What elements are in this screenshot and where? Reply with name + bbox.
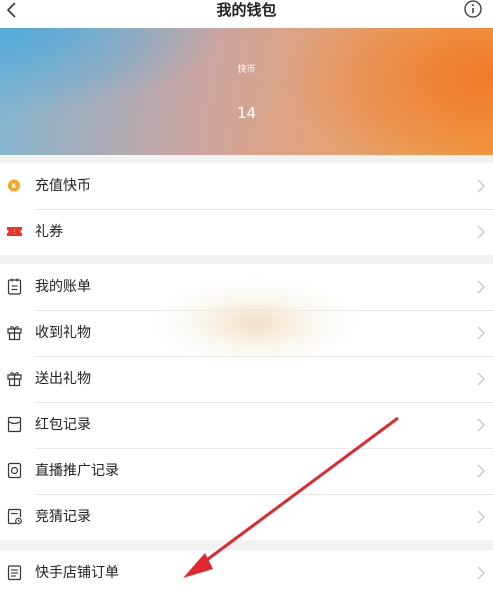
menu-item-coupon[interactable]: 礼券 xyxy=(0,209,493,255)
menu-item-label: 我的账单 xyxy=(35,279,91,295)
menu-item-label: 快手店铺订单 xyxy=(35,565,119,581)
balance-label: 快币 xyxy=(237,65,256,75)
chevron-right-icon xyxy=(477,280,485,294)
gift-icon xyxy=(7,326,22,341)
page-title: 我的钱包 xyxy=(216,1,277,19)
quiz-record-icon xyxy=(7,508,22,525)
chevron-right-icon xyxy=(477,566,485,580)
chevron-right-icon xyxy=(477,510,485,524)
live-promotion-icon xyxy=(7,462,22,479)
menu-item-red-envelope-records[interactable]: 红包记录 xyxy=(0,402,493,448)
info-icon[interactable] xyxy=(463,0,483,20)
red-envelope-icon xyxy=(7,416,22,433)
balance-value: 14 xyxy=(236,104,257,122)
chevron-right-icon xyxy=(477,179,485,193)
gift-icon xyxy=(7,372,22,387)
svg-text:K: K xyxy=(12,183,17,190)
order-icon xyxy=(7,565,22,581)
chevron-right-icon xyxy=(477,464,485,478)
chevron-right-icon xyxy=(477,225,485,239)
recharge-group: K 充值快币 礼券 xyxy=(0,163,493,255)
coupon-icon xyxy=(7,227,22,236)
menu-item-label: 红包记录 xyxy=(35,417,91,433)
menu-item-label: 礼券 xyxy=(35,224,63,240)
menu-item-recharge[interactable]: K 充值快币 xyxy=(0,163,493,209)
header-bar: 我的钱包 xyxy=(0,0,493,28)
menu-item-label: 直播推广记录 xyxy=(35,463,119,479)
coin-icon: K xyxy=(8,179,20,192)
balance-banner: 快币 14 xyxy=(0,28,493,155)
chevron-right-icon xyxy=(477,326,485,340)
menu-item-live-promotion-records[interactable]: 直播推广记录 xyxy=(0,448,493,494)
menu-item-label: 收到礼物 xyxy=(35,325,91,341)
chevron-right-icon xyxy=(477,372,485,386)
bill-icon xyxy=(7,278,22,295)
menu-item-label: 送出礼物 xyxy=(35,371,91,387)
menu-item-label: 充值快币 xyxy=(35,178,91,194)
menu-item-shop-orders[interactable]: 快手店铺订单 xyxy=(0,550,493,589)
menu-item-label: 竞猜记录 xyxy=(35,509,91,525)
shop-group: 快手店铺订单 xyxy=(0,550,493,589)
blurred-overlay xyxy=(140,278,370,368)
chevron-right-icon xyxy=(477,418,485,432)
menu-item-quiz-records[interactable]: 竞猜记录 xyxy=(0,494,493,540)
